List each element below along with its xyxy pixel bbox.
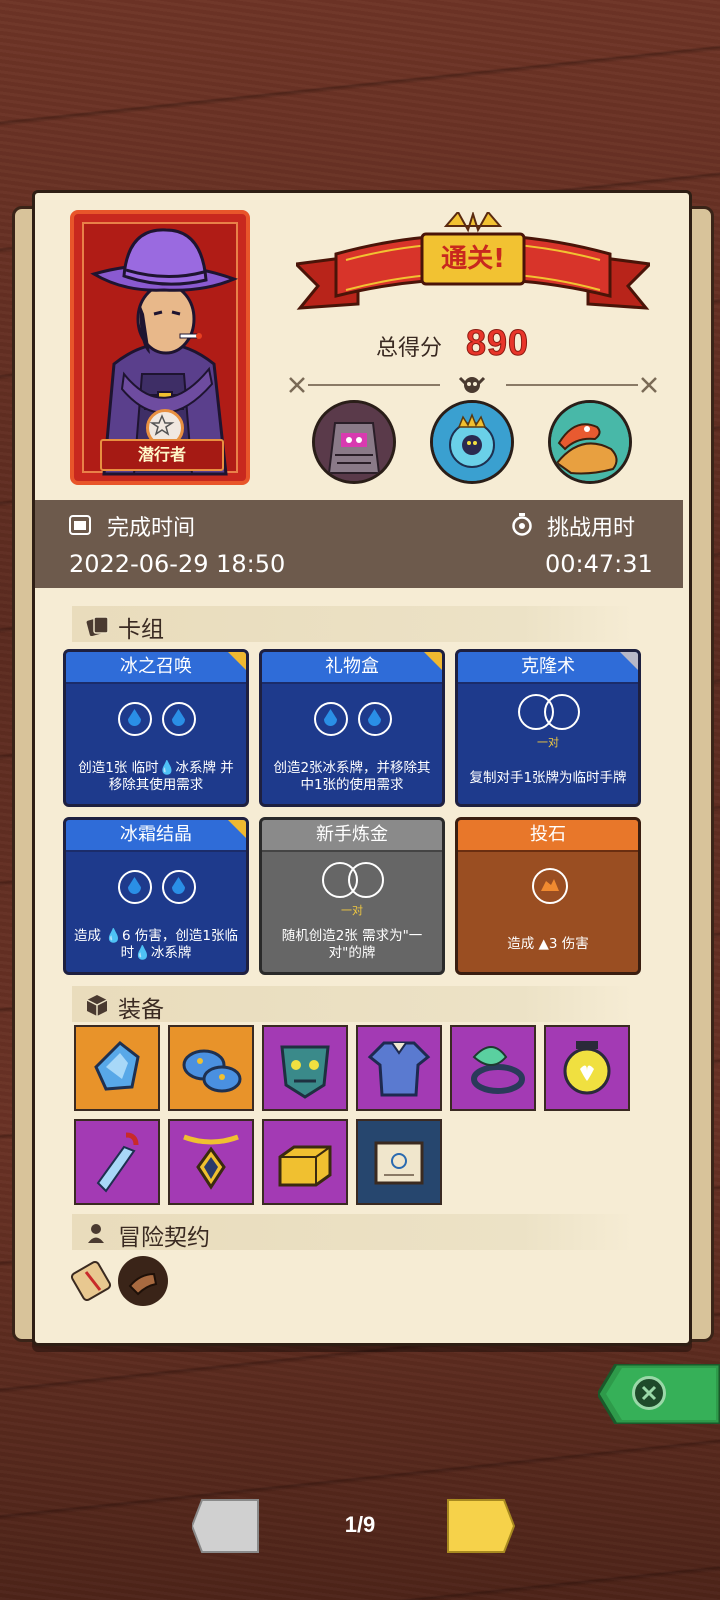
stone-icon bbox=[532, 868, 568, 904]
card-description: 造成 💧6 伤害，创造1张临时💧冰系牌 bbox=[73, 928, 239, 961]
water-drop-icon bbox=[358, 702, 392, 736]
card-title: 克隆术 bbox=[458, 652, 638, 684]
duration-value: 00:47:31 bbox=[545, 550, 653, 578]
skull-icon bbox=[458, 374, 486, 398]
card-gift-box[interactable]: 礼物盒 创造2张冰系牌，并移除其中1张的使用需求 bbox=[259, 649, 445, 807]
page-indicator: 1/9 bbox=[344, 1512, 376, 1537]
previous-page-button[interactable] bbox=[190, 1498, 260, 1554]
card-novice-alchemy[interactable]: 新手炼金 一对 随机创造2张 需求为"一对"的牌 bbox=[259, 817, 445, 975]
person-icon bbox=[86, 1222, 108, 1243]
deck-section-title: 卡组 bbox=[118, 617, 164, 643]
next-page-button[interactable] bbox=[446, 1498, 516, 1554]
stats-bar: 完成时间 2022-06-29 18:50 挑战用时 00:47:31 bbox=[35, 500, 683, 588]
deck-section-header: 卡组 bbox=[72, 606, 634, 643]
finish-time-label: 完成时间 bbox=[107, 516, 196, 541]
pair-ring-icon bbox=[544, 694, 580, 730]
water-drop-icon bbox=[118, 702, 152, 736]
map-scroll-icon[interactable] bbox=[356, 1119, 442, 1205]
card-ice-summon[interactable]: 冰之召唤 创造1张 临时💧冰系牌 并移除其使用需求 bbox=[63, 649, 249, 807]
crossed-swords-right-icon bbox=[640, 376, 658, 394]
heart-lantern-icon[interactable] bbox=[544, 1025, 630, 1111]
ice-dagger-icon[interactable] bbox=[74, 1119, 160, 1205]
contracts-section-header: 冒险契约 bbox=[72, 1214, 634, 1251]
card-description: 复制对手1张牌为临时手牌 bbox=[469, 770, 627, 786]
finish-time-value: 2022-06-29 18:50 bbox=[69, 550, 286, 578]
duration-label: 挑战用时 bbox=[547, 516, 636, 541]
equipment-section-header: 装备 bbox=[72, 986, 634, 1023]
crystal-shard-icon[interactable] bbox=[74, 1025, 160, 1111]
water-drop-icon bbox=[314, 702, 348, 736]
card-description: 造成 ▲3 伤害 bbox=[507, 936, 589, 952]
card-title: 投石 bbox=[458, 820, 638, 852]
character-portrait[interactable]: 潜行者 bbox=[70, 210, 250, 485]
boss-crowned-spirit-icon[interactable] bbox=[430, 400, 514, 484]
boss-golem-icon[interactable] bbox=[312, 400, 396, 484]
boss-serpent-icon[interactable] bbox=[548, 400, 632, 484]
leaf-ring-icon[interactable] bbox=[450, 1025, 536, 1111]
contracts-section-title: 冒险契约 bbox=[118, 1225, 210, 1251]
close-icon bbox=[632, 1376, 666, 1410]
tunic-armor-icon[interactable] bbox=[356, 1025, 442, 1111]
gold-bar-icon[interactable] bbox=[262, 1119, 348, 1205]
card-title: 冰霜结晶 bbox=[66, 820, 246, 852]
pager: 1/9 bbox=[0, 1492, 720, 1562]
card-frost-crystal[interactable]: 冰霜结晶 造成 💧6 伤害，创造1张临时💧冰系牌 bbox=[63, 817, 249, 975]
pipe-contract-icon[interactable] bbox=[118, 1256, 168, 1306]
divider-left bbox=[308, 384, 440, 386]
card-description: 创造1张 临时💧冰系牌 并移除其使用需求 bbox=[78, 760, 234, 793]
gem-amulet-icon[interactable] bbox=[168, 1119, 254, 1205]
calendar-icon bbox=[69, 513, 91, 535]
total-score-value: 890 bbox=[465, 322, 530, 364]
total-score-label: 总得分 bbox=[376, 336, 443, 361]
pair-ring-icon bbox=[348, 862, 384, 898]
card-title: 冰之召唤 bbox=[66, 652, 246, 684]
card-clone[interactable]: 克隆术 一对 复制对手1张牌为临时手牌 bbox=[455, 649, 641, 807]
card-title: 新手炼金 bbox=[262, 820, 442, 852]
blue-mushroom-icon[interactable] bbox=[168, 1025, 254, 1111]
equipment-section-title: 装备 bbox=[118, 997, 164, 1023]
stopwatch-icon bbox=[511, 512, 533, 536]
box-icon bbox=[86, 994, 108, 1016]
pair-requirement-label: 一对 bbox=[537, 736, 559, 749]
character-name: 潜行者 bbox=[100, 439, 224, 471]
cards-icon bbox=[86, 614, 109, 637]
card-description: 创造2张冰系牌，并移除其中1张的使用需求 bbox=[273, 760, 431, 793]
card-description: 随机创造2张 需求为"一对"的牌 bbox=[281, 928, 423, 961]
water-drop-icon bbox=[162, 870, 196, 904]
card-throw-stone[interactable]: 投石 造成 ▲3 伤害 bbox=[455, 817, 641, 975]
close-button[interactable] bbox=[596, 1362, 720, 1426]
banner-text: 通关! bbox=[441, 244, 505, 274]
total-score: 总得分 890 bbox=[360, 322, 660, 372]
demon-mask-icon[interactable] bbox=[262, 1025, 348, 1111]
water-drop-icon bbox=[118, 870, 152, 904]
scroll-contract-icon[interactable] bbox=[66, 1256, 116, 1306]
crossed-swords-left-icon bbox=[288, 376, 306, 394]
water-drop-icon bbox=[162, 702, 196, 736]
victory-banner: 通关! bbox=[292, 210, 654, 324]
divider-right bbox=[506, 384, 638, 386]
card-title: 礼物盒 bbox=[262, 652, 442, 684]
pair-requirement-label: 一对 bbox=[341, 904, 363, 917]
